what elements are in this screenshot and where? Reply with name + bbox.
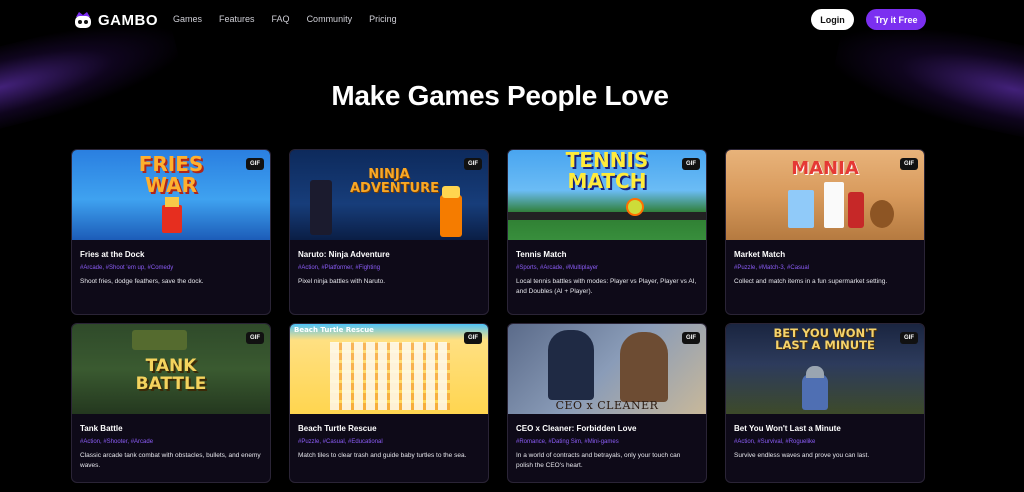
game-thumbnail: Beach Turtle Rescue GIF — [290, 324, 488, 414]
page-title: Make Games People Love — [331, 80, 669, 111]
gif-badge: GIF — [246, 158, 264, 170]
try-it-free-button[interactable]: Try it Free — [866, 9, 926, 30]
card-description: Classic arcade tank combat with obstacle… — [80, 452, 261, 470]
nav-link-pricing[interactable]: Pricing — [369, 14, 397, 24]
gif-badge: GIF — [900, 332, 918, 344]
game-thumbnail: FRIES WAR GIF — [72, 150, 270, 240]
thumbnail-art-text: FRIES WAR — [138, 152, 204, 197]
nav-link-community[interactable]: Community — [307, 14, 353, 24]
game-thumbnail: CEO x CLEANER GIF — [508, 324, 706, 414]
game-thumbnail: TANK BATTLE GIF — [72, 324, 270, 414]
thumbnail-art-text: Beach Turtle Rescue — [294, 326, 374, 334]
card-description: Survive endless waves and prove you can … — [734, 452, 870, 459]
card-description: Local tennis battles with modes: Player … — [516, 278, 697, 296]
brand-name: GAMBO — [98, 11, 158, 29]
nav-link-features[interactable]: Features — [219, 14, 255, 24]
card-title: Market Match — [734, 250, 786, 259]
card-title: CEO x Cleaner: Forbidden Love — [516, 424, 637, 433]
card-tags: #Action, #Shooter, #Arcade — [80, 439, 154, 445]
logo[interactable]: GAMBO — [72, 9, 158, 31]
thumbnail-art-text: CEO x CLEANER — [555, 399, 659, 412]
card-title: Fries at the Dock — [80, 250, 145, 259]
card-description: Collect and match items in a fun superma… — [734, 278, 888, 285]
gambo-logo-icon — [75, 12, 91, 28]
card-title: Tank Battle — [80, 424, 123, 433]
game-thumbnail: TENNIS MATCH GIF — [508, 150, 706, 240]
game-card-market-match[interactable]: MANIA GIF Market Match #Puzzle, #Match-3… — [725, 149, 925, 315]
gif-badge: GIF — [900, 158, 918, 170]
card-tags: #Action, #Platformer, #Fighting — [298, 265, 381, 271]
game-card-fries-at-the-dock[interactable]: FRIES WAR GIF Fries at the Dock #Arcade,… — [71, 149, 271, 315]
game-thumbnail: NINJA ADVENTURE GIF — [290, 150, 488, 240]
game-thumbnail: BET YOU WON'T LAST A MINUTE GIF — [726, 324, 924, 414]
gif-badge: GIF — [682, 332, 700, 344]
card-title: Naruto: Ninja Adventure — [298, 250, 390, 259]
card-tags: #Puzzle, #Casual, #Educational — [298, 439, 383, 445]
game-card-tennis-match[interactable]: TENNIS MATCH GIF Tennis Match #Sports, #… — [507, 149, 707, 315]
card-tags: #Puzzle, #Match-3, #Casual — [734, 265, 810, 271]
card-tags: #Sports, #Arcade, #Multiplayer — [516, 265, 599, 271]
card-tags: #Romance, #Dating Sim, #Mini-games — [516, 439, 619, 445]
gif-badge: GIF — [464, 158, 482, 170]
gif-badge: GIF — [246, 332, 264, 344]
card-tags: #Arcade, #Shoot 'em up, #Comedy — [80, 265, 174, 271]
card-description: In a world of contracts and betrayals, o… — [516, 452, 681, 470]
card-title: Bet You Won't Last a Minute — [734, 424, 841, 433]
game-card-ceo-x-cleaner[interactable]: CEO x CLEANER GIF CEO x Cleaner: Forbidd… — [507, 323, 707, 483]
game-card-tank-battle[interactable]: TANK BATTLE GIF Tank Battle #Action, #Sh… — [71, 323, 271, 483]
card-title: Tennis Match — [516, 250, 567, 259]
gif-badge: GIF — [682, 158, 700, 170]
nav-link-faq[interactable]: FAQ — [272, 14, 290, 24]
top-nav: GAMBO Games Features FAQ Community Prici… — [0, 0, 1024, 42]
login-button[interactable]: Login — [811, 9, 854, 30]
game-card-naruto-ninja-adventure[interactable]: NINJA ADVENTURE GIF Naruto: Ninja Advent… — [289, 149, 489, 315]
card-description: Shoot fries, dodge feathers, save the do… — [80, 278, 204, 285]
game-card-bet-you-wont-last[interactable]: BET YOU WON'T LAST A MINUTE GIF Bet You … — [725, 323, 925, 483]
card-title: Beach Turtle Rescue — [298, 424, 377, 433]
gif-badge: GIF — [464, 332, 482, 344]
card-description: Match tiles to clear trash and guide bab… — [298, 452, 467, 459]
thumbnail-art-text: MANIA — [791, 158, 859, 179]
game-card-beach-turtle-rescue[interactable]: Beach Turtle Rescue GIF Beach Turtle Res… — [289, 323, 489, 483]
thumbnail-art-text: TANK BATTLE — [135, 356, 207, 394]
thumbnail-art-text: BET YOU WON'T LAST A MINUTE — [773, 326, 877, 353]
game-thumbnail: MANIA GIF — [726, 150, 924, 240]
page: GAMBO Games Features FAQ Community Prici… — [0, 0, 1024, 492]
nav-link-games[interactable]: Games — [173, 14, 202, 24]
card-description: Pixel ninja battles with Naruto. — [298, 278, 386, 285]
nav-links: Games Features FAQ Community Pricing — [173, 14, 414, 24]
thumbnail-art-text: TENNIS MATCH — [565, 150, 649, 193]
card-tags: #Action, #Survival, #Roguelike — [734, 439, 816, 445]
